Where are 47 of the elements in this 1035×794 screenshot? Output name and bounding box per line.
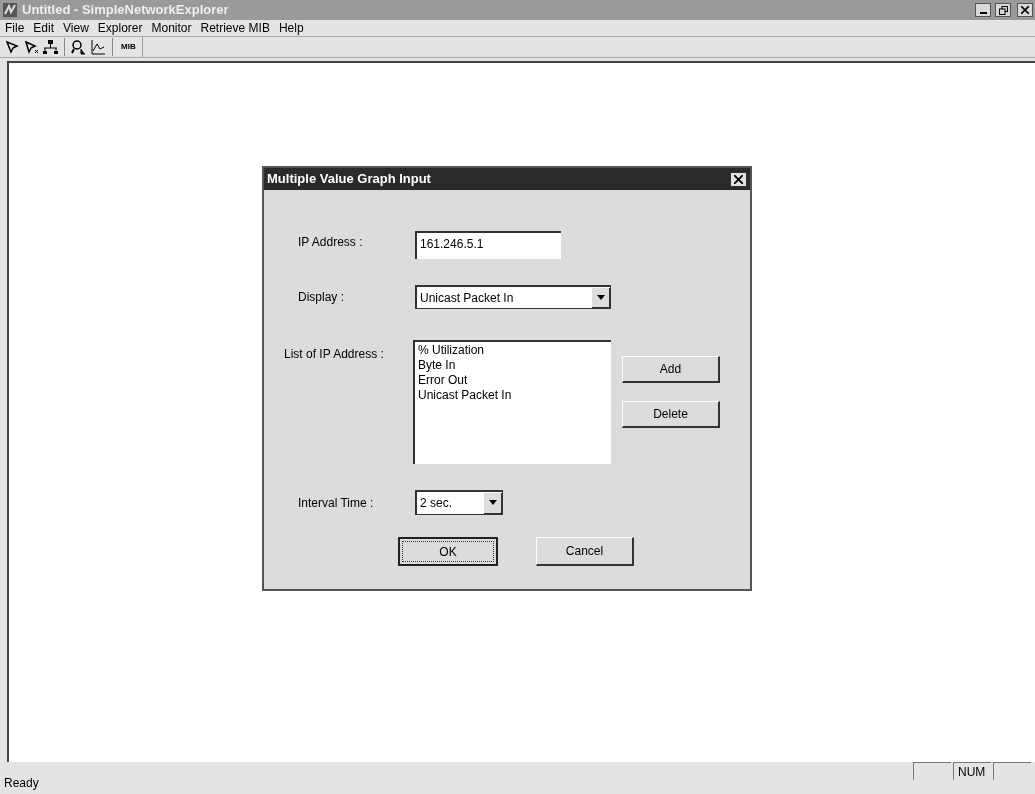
close-icon: [1021, 6, 1029, 14]
menu-item[interactable]: Edit: [33, 19, 55, 37]
status-panel: [913, 762, 951, 780]
dialog-button[interactable]: Add: [622, 356, 720, 383]
dropdown-value: 2 sec.: [419, 495, 453, 512]
pointer-icon[interactable]: [4, 39, 20, 55]
input-field[interactable]: 161.246.5.1: [415, 231, 561, 259]
restore-icon: [998, 5, 1008, 15]
dialog-button[interactable]: Cancel: [536, 537, 634, 566]
close-button[interactable]: [1017, 3, 1033, 17]
menu-item[interactable]: View: [63, 19, 89, 37]
status-text: Ready: [4, 775, 40, 792]
search-icon[interactable]: [71, 39, 87, 55]
list-item[interactable]: % Utilization: [418, 343, 608, 358]
app-icon: [2, 2, 18, 18]
list-item[interactable]: Error Out: [418, 373, 608, 388]
network-icon[interactable]: [42, 39, 58, 55]
menu-item[interactable]: Help: [278, 19, 304, 37]
pointer-icon[interactable]: [23, 39, 39, 55]
list-item[interactable]: Byte In: [418, 358, 608, 373]
close-button[interactable]: [730, 171, 747, 187]
dialog-button[interactable]: OK: [398, 537, 498, 566]
minimize-icon: [979, 12, 987, 14]
dropdown[interactable]: Unicast Packet In: [415, 285, 611, 309]
minimize-button[interactable]: [975, 3, 991, 17]
restore-button[interactable]: [995, 3, 1011, 17]
dropdown-value: Unicast Packet In: [419, 289, 515, 307]
list-item[interactable]: Unicast Packet In: [418, 388, 608, 403]
dropdown[interactable]: 2 sec.: [415, 490, 503, 515]
menu-item[interactable]: Explorer: [97, 19, 143, 37]
field-label: Display :: [298, 289, 344, 306]
field-label: IP Address :: [298, 234, 364, 251]
field-label: List of IP Address :: [284, 346, 384, 363]
status-panel: [993, 762, 1031, 780]
window-title: Untitled - SimpleNetworkExplorer: [22, 1, 229, 20]
menu-item[interactable]: File: [5, 19, 25, 37]
mib-button[interactable]: MIB: [119, 38, 138, 56]
field-label: Interval Time :: [298, 495, 374, 512]
menu-item[interactable]: Monitor: [151, 19, 192, 37]
dialog-title: Multiple Value Graph Input: [267, 170, 432, 189]
dropdown-arrow-icon: [488, 500, 497, 505]
line-graph-icon[interactable]: [90, 39, 106, 55]
close-icon: [734, 174, 743, 184]
dialog-button[interactable]: Delete: [622, 401, 720, 428]
dropdown-arrow-icon: [596, 294, 605, 300]
menu-item[interactable]: Retrieve MIB: [200, 19, 270, 37]
status-panel: NUM: [953, 762, 991, 780]
